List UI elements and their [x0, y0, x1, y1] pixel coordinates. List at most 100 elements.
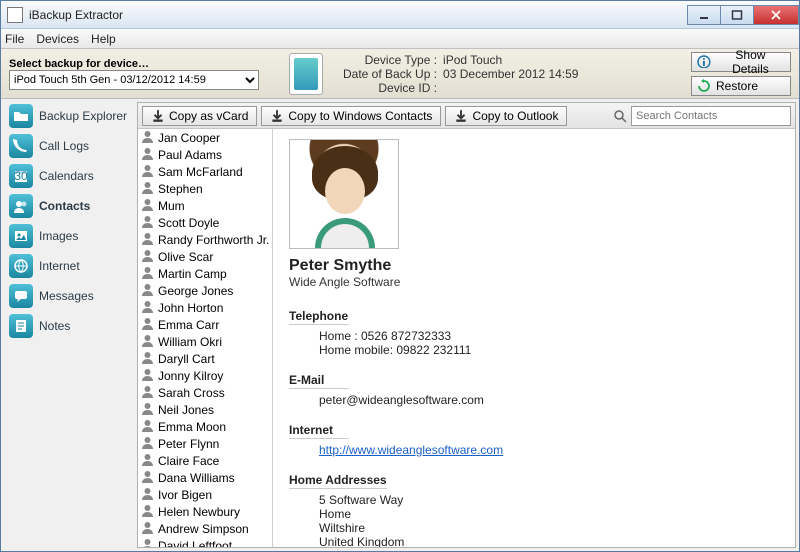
restore-button[interactable]: Restore	[691, 76, 791, 96]
contact-row-name: Jonny Kilroy	[158, 369, 223, 383]
notes-icon	[9, 314, 33, 338]
contact-row[interactable]: John Horton	[138, 299, 272, 316]
contact-row[interactable]: Dana Williams	[138, 469, 272, 486]
address-line: Home	[319, 507, 779, 521]
contact-row-name: Randy Forthworth Jr.	[158, 233, 269, 247]
backup-selector-label: Select backup for device…	[9, 58, 259, 70]
window-controls	[688, 5, 799, 25]
contact-row[interactable]: Scott Doyle	[138, 214, 272, 231]
contact-row-name: Dana Williams	[158, 471, 235, 485]
contact-row[interactable]: Jan Cooper	[138, 129, 272, 146]
device-id-value	[443, 81, 578, 95]
contact-row-name: Ivor Bigen	[158, 488, 212, 502]
contact-row[interactable]: George Jones	[138, 282, 272, 299]
person-icon	[141, 249, 154, 265]
contact-row-name: Andrew Simpson	[158, 522, 249, 536]
show-details-button[interactable]: Show Details	[691, 52, 791, 72]
contact-row[interactable]: Andrew Simpson	[138, 520, 272, 537]
contact-row[interactable]: David Leftfoot	[138, 537, 272, 547]
contact-row[interactable]: Olive Scar	[138, 248, 272, 265]
copy-windows-contacts-button[interactable]: Copy to Windows Contacts	[261, 106, 441, 126]
folder-icon	[9, 104, 33, 128]
menu-help[interactable]: Help	[91, 32, 116, 46]
contact-row[interactable]: Randy Forthworth Jr.	[138, 231, 272, 248]
sidebar-item-internet[interactable]: Internet	[4, 252, 134, 280]
sidebar-item-backup-explorer[interactable]: Backup Explorer	[4, 102, 134, 130]
person-icon	[141, 351, 154, 367]
contact-row-name: Daryll Cart	[158, 352, 215, 366]
person-icon	[141, 368, 154, 384]
internet-heading: Internet	[289, 423, 349, 439]
contact-row[interactable]: Martin Camp	[138, 265, 272, 282]
contact-row[interactable]: Emma Moon	[138, 418, 272, 435]
minimize-button[interactable]	[687, 5, 721, 25]
address-line: 5 Software Way	[319, 493, 779, 507]
copy-outlook-button[interactable]: Copy to Outlook	[445, 106, 567, 126]
maximize-button[interactable]	[720, 5, 754, 25]
contact-row[interactable]: Jonny Kilroy	[138, 367, 272, 384]
contact-row[interactable]: Sarah Cross	[138, 384, 272, 401]
search-contacts-input[interactable]	[631, 106, 791, 126]
backup-selector-dropdown[interactable]: iPod Touch 5th Gen - 03/12/2012 14:59	[9, 70, 259, 90]
address-heading: Home Addresses	[289, 473, 387, 489]
menu-devices[interactable]: Devices	[36, 32, 79, 46]
contact-row-name: Neil Jones	[158, 403, 214, 417]
contact-row[interactable]: Paul Adams	[138, 146, 272, 163]
person-icon	[141, 232, 154, 248]
contact-row-name: George Jones	[158, 284, 233, 298]
contact-row-name: Stephen	[158, 182, 203, 196]
sidebar-item-label: Call Logs	[39, 139, 89, 153]
person-icon	[141, 470, 154, 486]
close-button[interactable]	[753, 5, 799, 25]
contact-row[interactable]: Mum	[138, 197, 272, 214]
contact-row[interactable]: Ivor Bigen	[138, 486, 272, 503]
person-icon	[141, 453, 154, 469]
device-type-value: iPod Touch	[443, 53, 578, 67]
contact-row[interactable]: Claire Face	[138, 452, 272, 469]
contact-row[interactable]: Neil Jones	[138, 401, 272, 418]
sidebar-item-calendars[interactable]: 30Calendars	[4, 162, 134, 190]
contact-row[interactable]: Daryll Cart	[138, 350, 272, 367]
sidebar-item-label: Messages	[39, 289, 94, 303]
email-value: peter@wideanglesoftware.com	[319, 393, 779, 407]
calendar-icon: 30	[9, 164, 33, 188]
device-thumbnail	[289, 53, 323, 95]
download-icon	[270, 109, 284, 123]
person-icon	[141, 521, 154, 537]
copy-vcard-button[interactable]: Copy as vCard	[142, 106, 257, 126]
contact-row[interactable]: Stephen	[138, 180, 272, 197]
sidebar-item-call-logs[interactable]: Call Logs	[4, 132, 134, 160]
contact-row[interactable]: Emma Carr	[138, 316, 272, 333]
contact-row-name: Helen Newbury	[158, 505, 240, 519]
contact-row[interactable]: Sam McFarland	[138, 163, 272, 180]
contact-row-name: Mum	[158, 199, 185, 213]
contact-row[interactable]: William Okri	[138, 333, 272, 350]
device-action-buttons: Show Details Restore	[691, 52, 791, 96]
contact-row[interactable]: Peter Flynn	[138, 435, 272, 452]
person-icon	[141, 317, 154, 333]
email-heading: E-Mail	[289, 373, 349, 389]
contact-row-name: Paul Adams	[158, 148, 222, 162]
contact-row-name: David Leftfoot	[158, 539, 232, 548]
contact-row-name: Emma Moon	[158, 420, 226, 434]
sidebar-item-images[interactable]: Images	[4, 222, 134, 250]
person-icon	[141, 402, 154, 418]
menu-file[interactable]: File	[5, 32, 24, 46]
person-icon	[141, 504, 154, 520]
sidebar-item-label: Internet	[39, 259, 80, 273]
person-icon	[141, 487, 154, 503]
contact-row-name: Emma Carr	[158, 318, 219, 332]
telephone-line: Home mobile: 09822 232111	[319, 343, 779, 357]
internet-link[interactable]: http://www.wideanglesoftware.com	[319, 443, 503, 457]
sidebar-item-notes[interactable]: Notes	[4, 312, 134, 340]
info-icon	[697, 55, 711, 69]
contact-row-name: Sarah Cross	[158, 386, 225, 400]
sidebar-item-messages[interactable]: Messages	[4, 282, 134, 310]
person-icon	[141, 181, 154, 197]
contacts-list[interactable]: Jan Cooper Paul AdamsSam McFarland Stephen…	[138, 129, 273, 547]
contact-row[interactable]: Helen Newbury	[138, 503, 272, 520]
phone-icon	[9, 134, 33, 158]
sidebar-item-contacts[interactable]: Contacts	[4, 192, 134, 220]
contacts-content: Jan Cooper Paul AdamsSam McFarland Stephen…	[138, 129, 795, 547]
svg-text:30: 30	[14, 169, 28, 183]
